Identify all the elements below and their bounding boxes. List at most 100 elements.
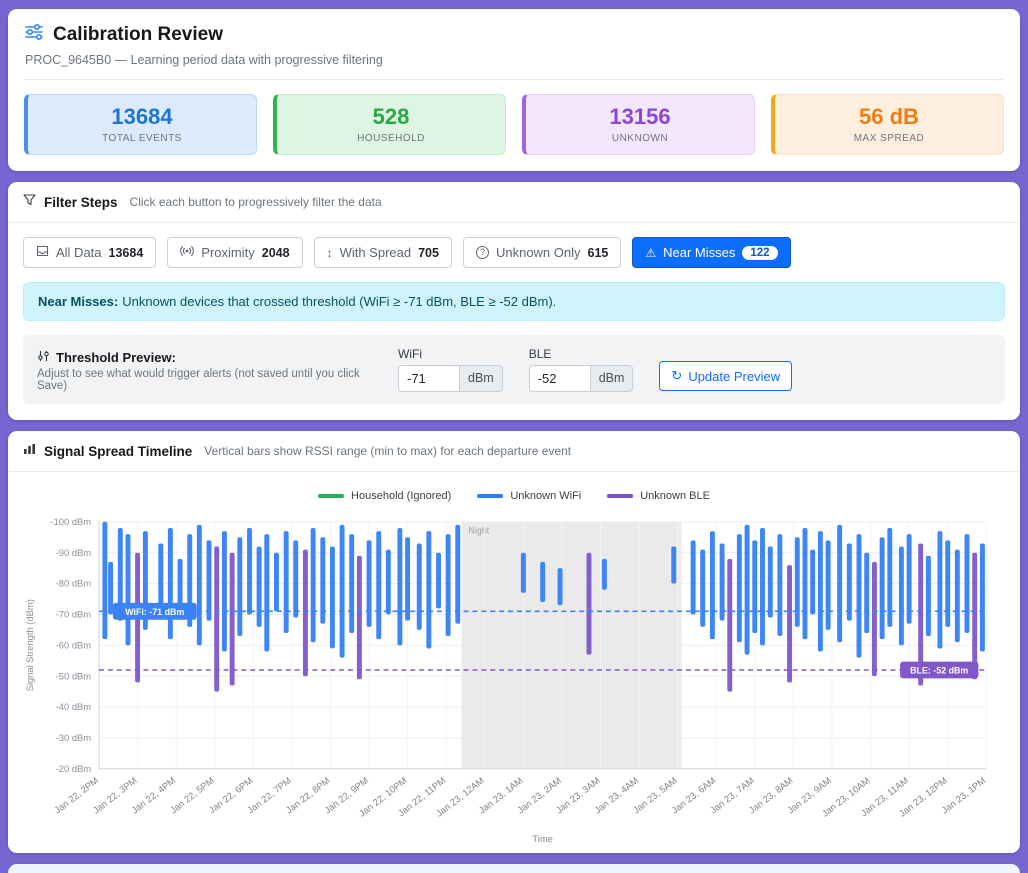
svg-text:-100 dBm: -100 dBm — [50, 517, 91, 527]
legend-label: Household (Ignored) — [351, 490, 451, 502]
update-preview-button[interactable]: ↻ Update Preview — [659, 361, 792, 391]
info-banner-bold: Near Misses: — [38, 294, 118, 309]
threshold-preview-box: Threshold Preview: Adjust to see what wo… — [23, 335, 1005, 404]
filter-buttons-row: All Data 13684 Proximity 2048 ↕ With — [23, 237, 1005, 268]
page-subtitle: PROC_9645B0 — Learning period data with … — [25, 53, 1004, 67]
legend-label: Unknown WiFi — [510, 490, 581, 502]
section-subtitle: Click each button to progressively filte… — [130, 195, 382, 209]
stat-value: 13156 — [536, 104, 744, 130]
near-misses-info-banner: Near Misses: Unknown devices that crossed… — [23, 282, 1005, 321]
section-title: Signal Spread Timeline — [44, 444, 192, 459]
ble-unit-addon: dBm — [591, 365, 634, 392]
stat-value: 56 dB — [785, 104, 993, 130]
legend-item-household[interactable]: Household (Ignored) — [318, 490, 451, 502]
stat-label: HOUSEHOLD — [287, 133, 495, 144]
stat-value: 13684 — [38, 104, 246, 130]
chart-wrap: Household (Ignored) Unknown WiFi Unknown… — [8, 472, 1020, 853]
timeline-chart: Night -100 dBm -90 dBm -80 dBm -70 dBm -60 dB… — [20, 506, 1008, 847]
y-axis-title: Signal Strength (dBm) — [25, 599, 35, 691]
legend-swatch — [477, 494, 503, 498]
filter-button-label: Near Misses — [663, 245, 735, 260]
page: Calibration Review PROC_9645B0 — Learnin… — [0, 0, 1028, 873]
svg-text:-40 dBm: -40 dBm — [56, 702, 92, 712]
section-title: Filter Steps — [44, 195, 118, 210]
title-row: Calibration Review — [24, 23, 1004, 46]
legend-label: Unknown BLE — [640, 490, 710, 502]
filter-button-label: All Data — [56, 245, 102, 260]
filter-unknown-only-button[interactable]: ? Unknown Only 615 — [463, 237, 621, 268]
wifi-input-group: dBm — [398, 365, 503, 392]
chart-legend: Household (Ignored) Unknown WiFi Unknown… — [20, 482, 1008, 506]
adjust-sliders-icon — [37, 350, 50, 365]
page-title: Calibration Review — [53, 24, 223, 46]
update-preview-label: Update Preview — [688, 369, 780, 384]
svg-text:-50 dBm: -50 dBm — [56, 671, 92, 681]
svg-text:-70 dBm: -70 dBm — [56, 610, 92, 620]
timeline-header: Signal Spread Timeline Vertical bars sho… — [8, 431, 1020, 472]
filter-proximity-button[interactable]: Proximity 2048 — [167, 237, 302, 268]
ble-threshold-group: BLE dBm — [529, 347, 634, 392]
stat-label: UNKNOWN — [536, 133, 744, 144]
arrows-vertical-icon: ↕ — [327, 247, 333, 259]
stat-label: MAX SPREAD — [785, 133, 993, 144]
threshold-title-row: Threshold Preview: — [37, 350, 372, 365]
stat-unknown: 13156 UNKNOWN — [522, 94, 755, 155]
filter-button-label: Unknown Only — [496, 245, 581, 260]
stat-household: 528 HOUSEHOLD — [273, 94, 506, 155]
x-axis-title: Time — [532, 834, 552, 844]
wifi-threshold-input[interactable] — [398, 365, 460, 392]
wifi-threshold-group: WiFi dBm — [398, 347, 503, 392]
filter-steps-header: Filter Steps Click each button to progre… — [8, 182, 1020, 223]
threshold-subtitle: Adjust to see what would trigger alerts … — [37, 368, 372, 392]
filter-button-count: 705 — [418, 246, 439, 260]
threshold-text: Threshold Preview: Adjust to see what wo… — [37, 350, 372, 392]
filter-button-count: 615 — [588, 246, 609, 260]
section-subtitle: Vertical bars show RSSI range (min to ma… — [204, 444, 571, 458]
filter-button-count: 2048 — [262, 246, 290, 260]
svg-text:BLE: -52 dBm: BLE: -52 dBm — [910, 665, 968, 675]
ble-threshold-input[interactable] — [529, 365, 591, 392]
legend-item-unknown-wifi[interactable]: Unknown WiFi — [477, 490, 581, 502]
svg-text:-20 dBm: -20 dBm — [56, 764, 92, 774]
filter-all-data-button[interactable]: All Data 13684 — [23, 237, 156, 268]
warning-icon: ⚠ — [645, 247, 656, 259]
threshold-title: Threshold Preview: — [56, 350, 176, 365]
calibration-review-card: Calibration Review PROC_9645B0 — Learnin… — [8, 9, 1020, 171]
svg-text:Night: Night — [469, 526, 490, 536]
svg-text:-80 dBm: -80 dBm — [56, 579, 92, 589]
filter-button-label: Proximity — [201, 245, 254, 260]
ble-label: BLE — [529, 347, 634, 361]
legend-item-unknown-ble[interactable]: Unknown BLE — [607, 490, 710, 502]
info-banner-text: Unknown devices that crossed threshold (… — [122, 294, 556, 309]
wifi-unit-addon: dBm — [460, 365, 503, 392]
svg-text:-30 dBm: -30 dBm — [56, 733, 92, 743]
divider — [24, 79, 1004, 80]
stat-label: TOTAL EVENTS — [38, 133, 246, 144]
sliders-icon — [24, 23, 44, 46]
filter-button-label: With Spread — [340, 245, 412, 260]
broadcast-icon — [180, 245, 194, 260]
svg-text:WiFi: -71 dBm: WiFi: -71 dBm — [125, 607, 184, 617]
svg-text:-60 dBm: -60 dBm — [56, 640, 92, 650]
svg-text:-90 dBm: -90 dBm — [56, 548, 92, 558]
inbox-icon — [36, 245, 49, 260]
signal-spread-timeline-card: Signal Spread Timeline Vertical bars sho… — [8, 431, 1020, 853]
bar-chart-icon — [23, 442, 36, 460]
stats-row: 13684 TOTAL EVENTS 528 HOUSEHOLD 13156 U… — [24, 94, 1004, 155]
wifi-label: WiFi — [398, 347, 503, 361]
stat-max-spread: 56 dB MAX SPREAD — [771, 94, 1004, 155]
legend-swatch — [607, 494, 633, 498]
filter-steps-card: Filter Steps Click each button to progre… — [8, 182, 1020, 420]
filter-near-misses-button[interactable]: ⚠ Near Misses 122 — [632, 237, 790, 268]
legend-swatch — [318, 494, 344, 498]
filter-button-count: 13684 — [109, 246, 144, 260]
filter-body: All Data 13684 Proximity 2048 ↕ With — [8, 223, 1020, 420]
stat-value: 528 — [287, 104, 495, 130]
stat-total-events: 13684 TOTAL EVENTS — [24, 94, 257, 155]
question-circle-icon: ? — [476, 246, 489, 259]
ble-input-group: dBm — [529, 365, 634, 392]
refresh-icon: ↻ — [671, 368, 682, 384]
filter-button-count: 122 — [742, 246, 777, 260]
filter-with-spread-button[interactable]: ↕ With Spread 705 — [314, 237, 452, 268]
next-card-peek — [8, 864, 1020, 873]
